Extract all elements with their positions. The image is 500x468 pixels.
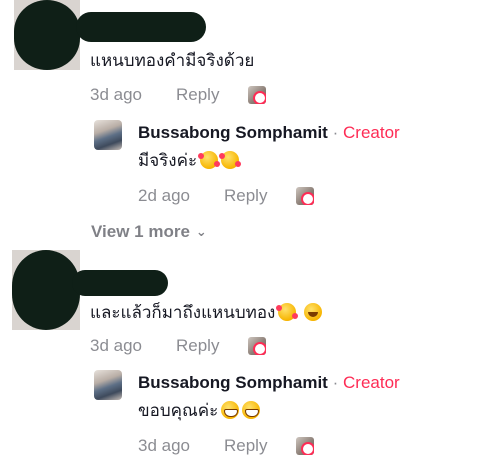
reply-time: 2d ago [138,186,190,205]
comment-time: 3d ago [90,85,142,104]
reply-text: มีจริงค่ะ [138,151,198,170]
reply-button[interactable]: Reply [176,336,248,356]
creator-badge: Creator [343,373,400,392]
commenter-avatar-redacted[interactable] [14,0,80,70]
reply-button[interactable]: Reply [224,186,296,206]
commenter-avatar-redacted[interactable] [12,250,80,330]
beaming-face-icon [242,401,261,419]
comment-text: และแล้วก็มาถึงแหนบทอง [90,303,276,322]
creator-liked-icon [296,187,314,205]
beaming-face-icon [221,401,240,419]
reply-text-line: ขอบคุณค่ะ [138,400,261,422]
creator-avatar[interactable] [94,120,122,150]
separator-dot: · [332,373,339,392]
grinning-face-icon [304,303,323,321]
reply-author-line: Bussabong Somphamit · Creator [138,373,400,393]
smiling-face-with-hearts-icon [198,151,221,169]
view-more-replies-button[interactable]: View 1 more ⌄ [91,222,207,242]
reply-meta: 3d ago Reply [138,436,314,456]
reply-author-name[interactable]: Bussabong Somphamit [138,123,328,142]
smiling-face-with-hearts-icon [219,151,242,169]
comment-meta: 3d ago Reply [90,336,266,356]
reply-button[interactable]: Reply [224,436,296,456]
comment-text: แหนบทองคำมีจริงด้วย [90,51,255,70]
reply-text: ขอบคุณค่ะ [138,401,219,420]
view-more-label: View 1 more [91,222,190,241]
reply-author-name[interactable]: Bussabong Somphamit [138,373,328,392]
reply-time: 3d ago [138,436,190,455]
commenter-name-redacted[interactable] [76,12,206,42]
reply-text-line: มีจริงค่ะ [138,150,242,172]
reply-meta: 2d ago Reply [138,186,314,206]
commenter-name-redacted[interactable] [72,270,168,296]
separator-dot: · [332,123,339,142]
redaction-blob [14,0,80,70]
redaction-blob [12,250,80,330]
comment-text-line: และแล้วก็มาถึงแหนบทอง [90,302,323,324]
comment-meta: 3d ago Reply [90,85,266,105]
creator-badge: Creator [343,123,400,142]
chevron-down-icon: ⌄ [195,224,207,239]
smiling-face-with-hearts-icon [276,303,299,321]
creator-avatar[interactable] [94,370,122,400]
comment-time: 3d ago [90,336,142,355]
reply-author-line: Bussabong Somphamit · Creator [138,123,400,143]
creator-liked-icon [296,437,314,455]
creator-liked-icon [248,337,266,355]
reply-button[interactable]: Reply [176,85,248,105]
creator-liked-icon [248,86,266,104]
